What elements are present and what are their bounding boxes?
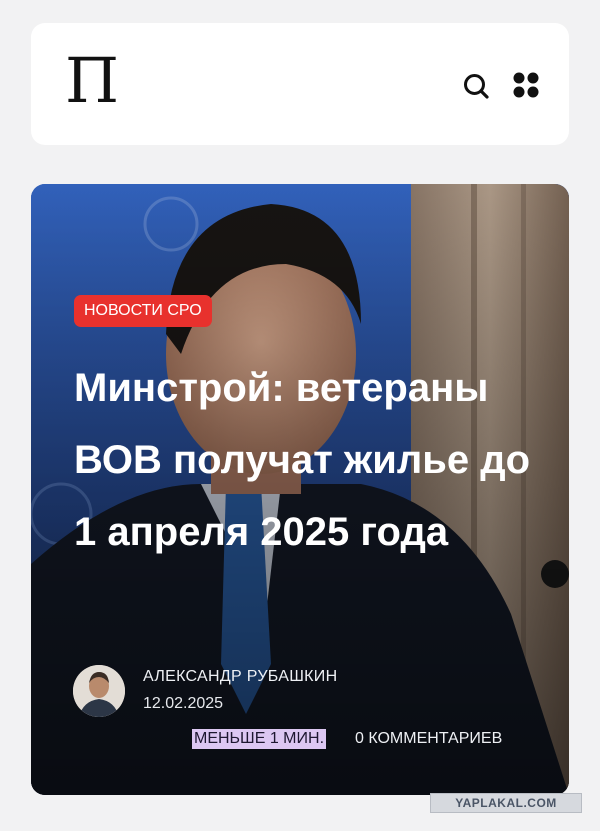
site-logo[interactable]: П: [65, 49, 119, 113]
author-name[interactable]: АЛЕКСАНДР РУБАШКИН: [143, 668, 337, 686]
category-badge[interactable]: НОВОСТИ СРО: [74, 295, 212, 327]
search-icon: [464, 74, 489, 99]
author-avatar[interactable]: [73, 665, 125, 717]
menu-button[interactable]: [511, 70, 541, 100]
comments-link[interactable]: 0 КОММЕНТАРИЕВ: [355, 729, 502, 749]
watermark: YAPLAKAL.COM: [430, 793, 582, 813]
search-button[interactable]: [461, 71, 491, 101]
article-headline[interactable]: Минстрой: ветераны ВОВ получат жилье до …: [74, 352, 544, 568]
read-time-badge: МЕНЬШЕ 1 МИН.: [192, 729, 327, 749]
site-header: П: [31, 23, 569, 145]
grid-menu-icon: [513, 72, 539, 98]
article-card[interactable]: НОВОСТИ СРО Минстрой: ветераны ВОВ получ…: [31, 184, 569, 795]
author-photo: [73, 665, 125, 717]
publish-date: 12.02.2025: [143, 695, 224, 712]
